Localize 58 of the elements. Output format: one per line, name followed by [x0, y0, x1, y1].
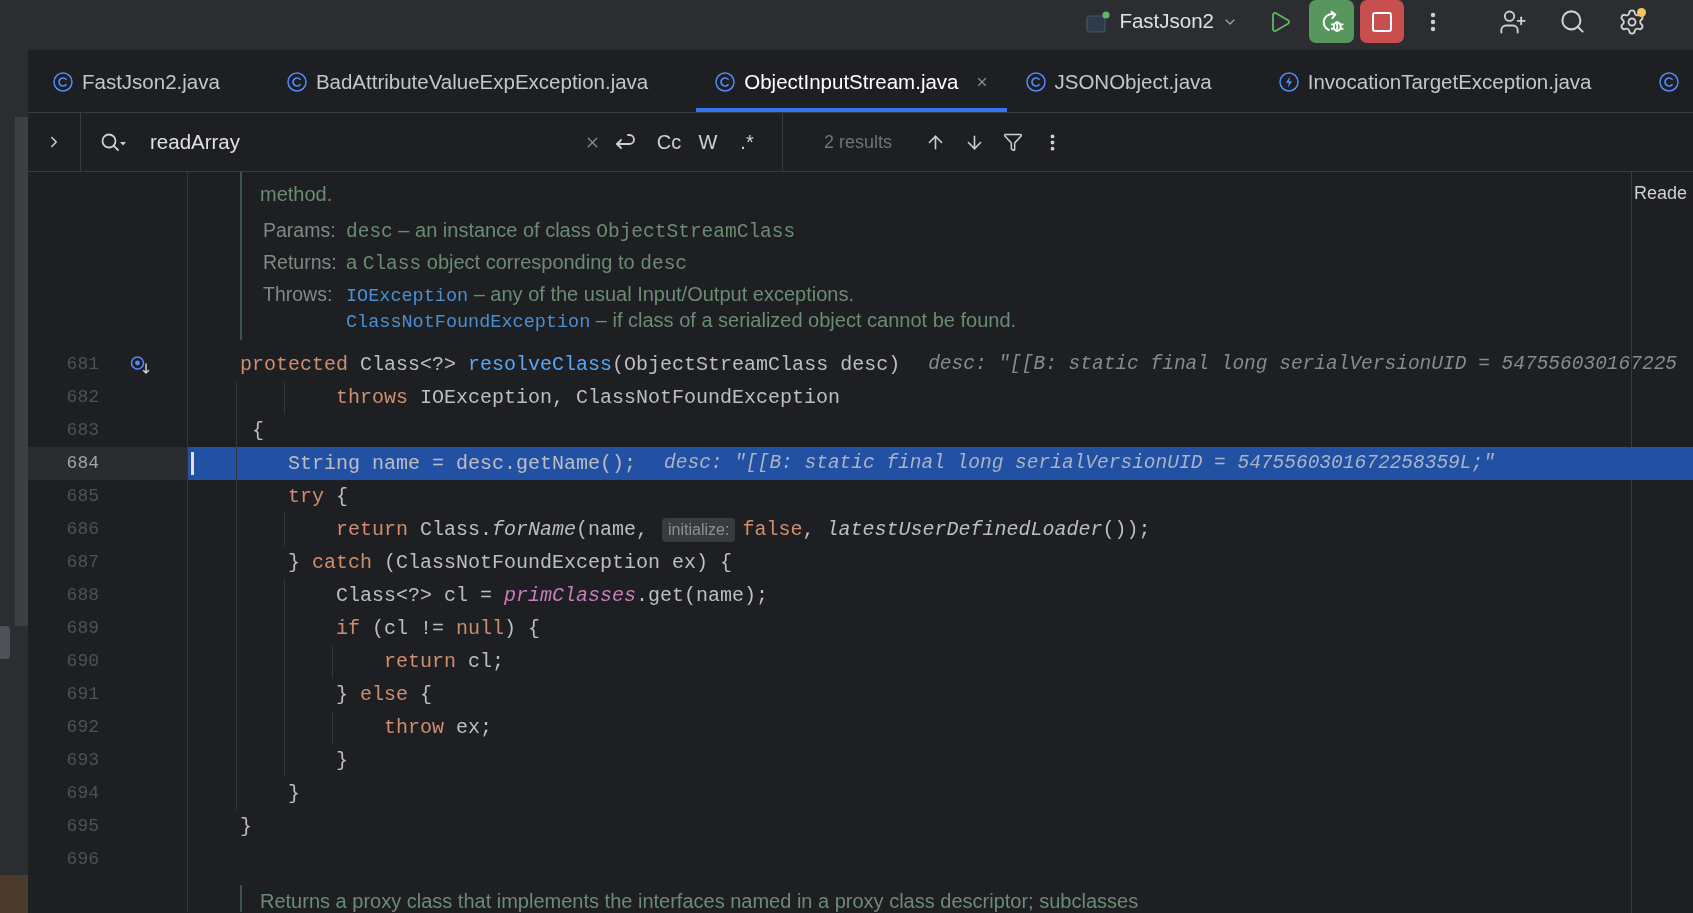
class-icon — [1025, 72, 1046, 92]
code-text: throws IOException, ClassNotFoundException — [336, 384, 841, 411]
editor-tab[interactable]: JSONObject.java — [1006, 50, 1260, 112]
code-text: try { — [288, 483, 349, 510]
code-text: } catch (ClassNotFoundException ex) { — [288, 549, 733, 576]
doc-link[interactable]: IOException — [346, 286, 469, 307]
window-status-icon — [1086, 10, 1111, 33]
doc-text: ClassNotFoundException – if class of a serialized object cannot be found. — [346, 308, 1017, 333]
editor-tab[interactable]: FastJson2.java — [34, 50, 268, 112]
code-text: } — [240, 813, 252, 840]
side-panel-highlight — [0, 875, 28, 913]
code-text: return Class.forName(name, — [336, 516, 649, 543]
match-case-button[interactable]: Cc — [654, 127, 684, 157]
code-text: { — [252, 417, 264, 444]
whole-words-button[interactable]: W — [695, 127, 721, 157]
ring-down-arrow-icon[interactable] — [130, 354, 150, 375]
doc-text: IOException – any of the usual Input/Output exceptions. — [346, 282, 854, 307]
stop-button[interactable] — [1360, 0, 1404, 43]
class-icon — [286, 72, 307, 92]
code-text: } else { — [336, 681, 433, 708]
inline-value-hint: desc: "[[B: static final long serialVersionUID = 5475560301672258359L;" — [664, 450, 1495, 476]
lightning-circle-icon — [1278, 72, 1299, 92]
editor-tab[interactable]: BadAttributeValueExpException.java — [267, 50, 697, 112]
code-text: Class<?> cl = primClasses.get(name); — [336, 582, 769, 609]
debug-button[interactable] — [1309, 0, 1354, 43]
regex-button[interactable]: .* — [734, 127, 760, 157]
code-text: false, latestUserDefinedLoader()); — [742, 516, 1151, 543]
code-text: if (cl != null) { — [336, 615, 541, 642]
doc-label: Throws: — [263, 282, 333, 307]
class-icon — [53, 72, 73, 92]
code-text: return cl; — [384, 648, 505, 675]
editor-tab[interactable]: InvocationTargetException.java — [1259, 50, 1640, 112]
class-icon — [1658, 72, 1679, 92]
doc-text: desc – an instance of class ObjectStreamClass — [346, 218, 796, 243]
inline-value-hint: desc: "[[B: static final long serialVersionUID = 547556030167225 — [928, 351, 1678, 377]
doc-label: Params: — [263, 218, 336, 243]
side-tab-marker — [0, 626, 10, 659]
code-text: } — [336, 747, 348, 774]
parameter-hint: initialize: — [662, 517, 736, 542]
editor-tab[interactable]: ObjectInputStream.java — [696, 50, 1007, 112]
results-count: 2 results — [824, 130, 893, 154]
project-selector[interactable]: FastJson2 — [1084, 3, 1240, 40]
reader-mode-link[interactable]: Reade — [1634, 182, 1688, 204]
line-number: 684 — [66, 452, 99, 475]
stop-icon[interactable] — [1370, 9, 1394, 34]
code-text: throw ex; — [384, 714, 493, 741]
class-icon — [715, 72, 736, 92]
doc-text: a Class object corresponding to desc — [346, 250, 688, 275]
doc-label: Returns: — [263, 250, 337, 275]
doc-text: Returns a proxy class that implements the interfaces named in a proxy class descriptor; subclasses — [260, 890, 1139, 912]
doc-link[interactable]: ClassNotFoundException — [346, 312, 591, 333]
text-caret — [191, 452, 194, 475]
search-dropdown-icon[interactable] — [99, 131, 127, 153]
code-text: } — [288, 780, 300, 807]
code-text: String name = desc.getName(); — [288, 450, 637, 477]
code-text: protected Class<?> resolveClass(ObjectStreamClass desc) — [240, 351, 901, 378]
search-field[interactable]: readArray — [150, 126, 575, 158]
doc-text: method. — [260, 183, 333, 205]
